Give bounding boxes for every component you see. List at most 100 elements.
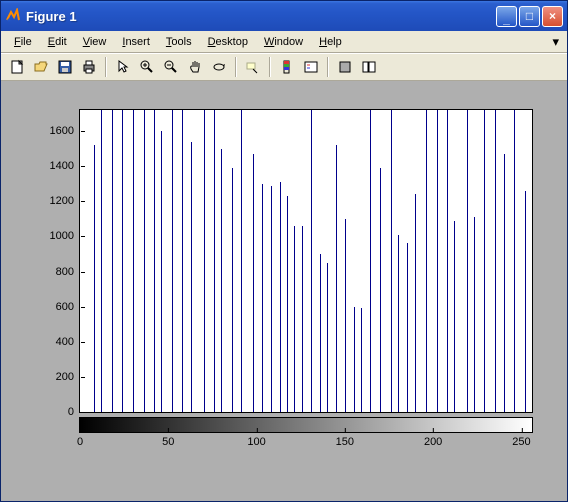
window-title: Figure 1: [26, 9, 496, 24]
stem-line: [294, 226, 295, 412]
figure-window: Figure 1 _ □ × File Edit View Insert Too…: [0, 0, 568, 502]
stem-line: [191, 142, 192, 412]
stem-line: [161, 131, 162, 412]
dock-icon[interactable]: ▾: [552, 34, 561, 50]
pointer-button[interactable]: [111, 56, 134, 78]
stem-line: [370, 110, 371, 412]
toolbar-separator: [269, 57, 271, 77]
y-tick-label: 1400: [50, 160, 80, 172]
menu-help[interactable]: Help: [312, 34, 349, 50]
stem-line: [204, 110, 205, 412]
stem-line: [101, 110, 102, 412]
stem-line: [437, 110, 438, 412]
stem-line: [112, 110, 113, 412]
y-tick-label: 600: [56, 301, 80, 313]
y-tick-label: 1200: [50, 195, 80, 207]
rotate-button[interactable]: [207, 56, 230, 78]
stem-line: [221, 149, 222, 412]
pan-button[interactable]: [183, 56, 206, 78]
y-tick-label: 200: [56, 371, 80, 383]
menu-insert[interactable]: Insert: [115, 34, 157, 50]
stem-line: [253, 154, 254, 412]
stem-line: [94, 145, 95, 412]
colorbar[interactable]: 050100150200250: [79, 417, 533, 433]
stem-line: [280, 182, 281, 412]
data-cursor-button[interactable]: [241, 56, 264, 78]
stem-line: [474, 217, 475, 412]
insert-legend-button[interactable]: [299, 56, 322, 78]
stem-line: [361, 308, 362, 412]
stem-line: [241, 110, 242, 412]
hide-plot-tools-button[interactable]: [333, 56, 356, 78]
stem-line: [354, 307, 355, 412]
colorbar-tick-label: 150: [336, 432, 354, 448]
stem-line: [262, 184, 263, 412]
show-plot-tools-button[interactable]: [357, 56, 380, 78]
stem-line: [182, 110, 183, 412]
stem-line: [447, 110, 448, 412]
stem-line: [327, 263, 328, 412]
minimize-button[interactable]: _: [496, 6, 517, 27]
stem-line: [144, 110, 145, 412]
menu-view[interactable]: View: [76, 34, 114, 50]
stem-line: [133, 110, 134, 412]
zoom-out-button[interactable]: [159, 56, 182, 78]
matlab-icon: [5, 8, 21, 24]
colorbar-tick-label: 100: [247, 432, 265, 448]
stem-line: [525, 191, 526, 412]
menu-edit[interactable]: Edit: [41, 34, 74, 50]
stem-line: [426, 110, 427, 412]
stem-plot: [80, 110, 532, 412]
stem-line: [271, 186, 272, 413]
window-buttons: _ □ ×: [496, 6, 563, 27]
stem-line: [214, 110, 215, 412]
stem-line: [172, 110, 173, 412]
figure-canvas: 02004006008001000120014001600 0501001502…: [31, 109, 537, 461]
stem-line: [232, 168, 233, 412]
toolbar: [1, 53, 567, 81]
stem-line: [495, 110, 496, 412]
maximize-button[interactable]: □: [519, 6, 540, 27]
menu-file[interactable]: File: [7, 34, 39, 50]
zoom-in-button[interactable]: [135, 56, 158, 78]
stem-line: [484, 110, 485, 412]
stem-line: [122, 110, 123, 412]
colorbar-tick-label: 50: [162, 432, 174, 448]
titlebar[interactable]: Figure 1 _ □ ×: [1, 1, 567, 31]
stem-line: [380, 168, 381, 412]
stem-line: [454, 221, 455, 412]
y-tick-label: 400: [56, 336, 80, 348]
menu-window[interactable]: Window: [257, 34, 310, 50]
y-tick-label: 800: [56, 266, 80, 278]
axes[interactable]: 02004006008001000120014001600: [79, 109, 533, 413]
stem-line: [311, 110, 312, 412]
stem-line: [391, 110, 392, 412]
stem-line: [336, 145, 337, 412]
stem-line: [302, 226, 303, 412]
insert-colorbar-button[interactable]: [275, 56, 298, 78]
stem-line: [398, 235, 399, 412]
stem-line: [407, 243, 408, 412]
colorbar-tick-label: 200: [424, 432, 442, 448]
toolbar-separator: [235, 57, 237, 77]
stem-line: [504, 154, 505, 412]
colorbar-tick-label: 250: [512, 432, 530, 448]
toolbar-separator: [105, 57, 107, 77]
menubar: File Edit View Insert Tools Desktop Wind…: [1, 31, 567, 53]
stem-line: [415, 194, 416, 412]
stem-line: [154, 110, 155, 412]
stem-line: [514, 110, 515, 412]
open-button[interactable]: [29, 56, 52, 78]
stem-line: [345, 219, 346, 412]
stem-line: [320, 254, 321, 412]
menu-tools[interactable]: Tools: [159, 34, 199, 50]
y-tick-label: 1000: [50, 230, 80, 242]
stem-line: [467, 110, 468, 412]
print-button[interactable]: [77, 56, 100, 78]
toolbar-separator: [327, 57, 329, 77]
new-figure-button[interactable]: [5, 56, 28, 78]
save-button[interactable]: [53, 56, 76, 78]
close-button[interactable]: ×: [542, 6, 563, 27]
figure-client-area: 02004006008001000120014001600 0501001502…: [1, 81, 567, 501]
menu-desktop[interactable]: Desktop: [201, 34, 255, 50]
